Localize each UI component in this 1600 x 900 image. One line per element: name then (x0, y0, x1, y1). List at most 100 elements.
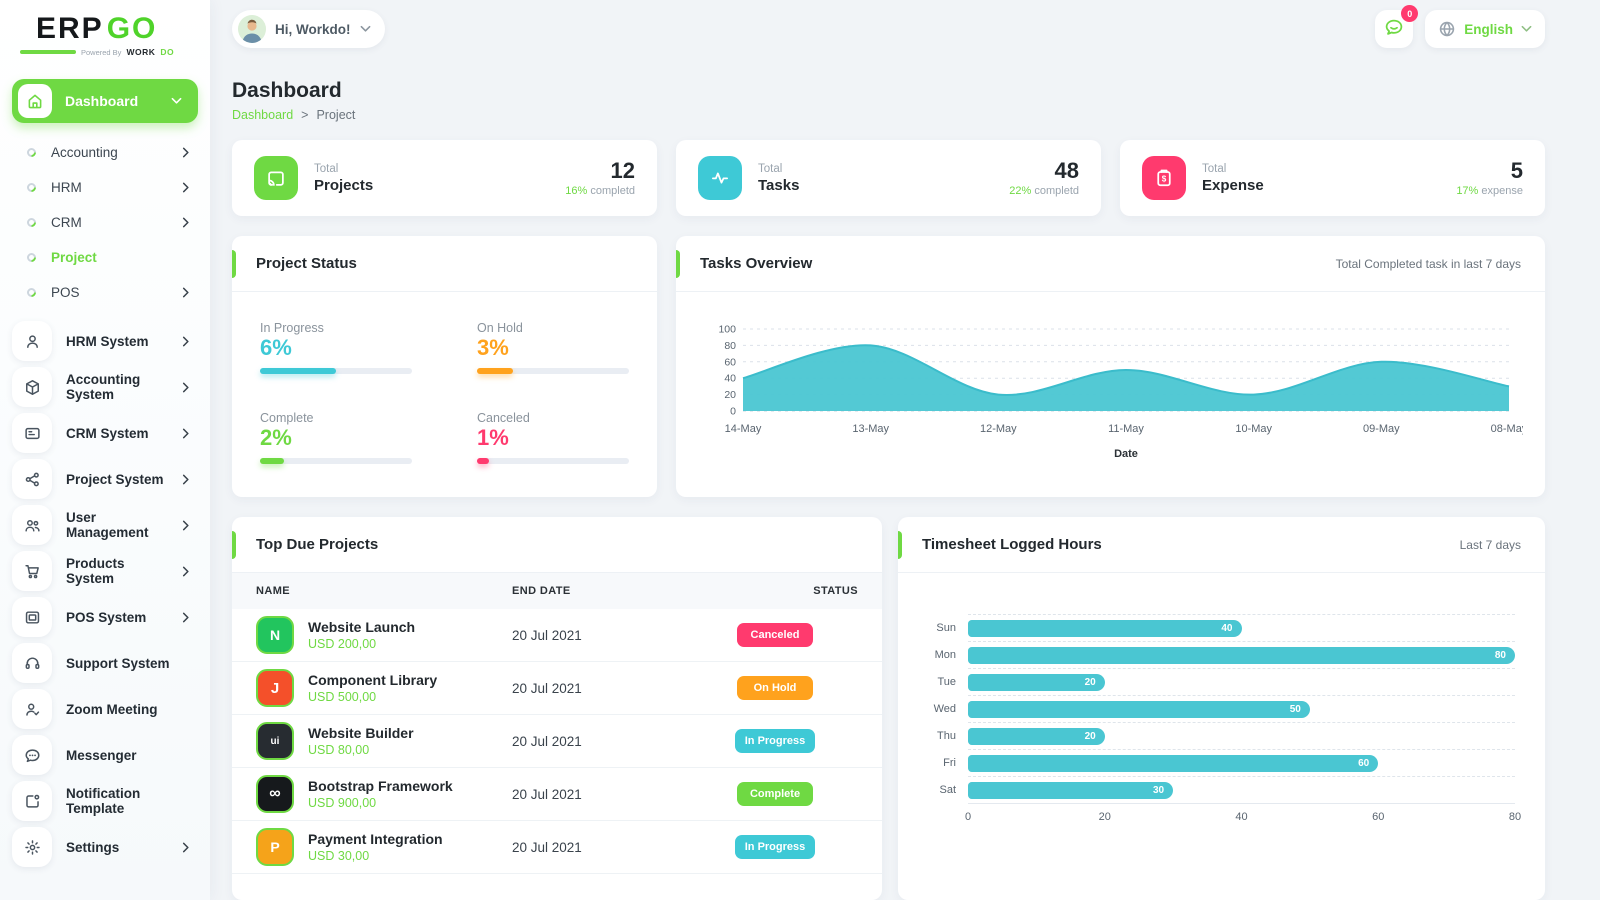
bar-track: 30 (968, 776, 1515, 803)
svg-text:12-May: 12-May (979, 423, 1016, 435)
table-row[interactable]: N Website Launch USD 200,00 20 Jul 2021 Canc… (232, 609, 882, 662)
headset-icon (12, 643, 52, 683)
sidebar-item-zoom-meeting[interactable]: Zoom Meeting (0, 686, 210, 732)
svg-text:20: 20 (724, 389, 736, 401)
status-percent: 1% (477, 425, 509, 450)
project-text: Bootstrap Framework USD 900,00 (308, 778, 453, 810)
status-percent: 3% (477, 335, 509, 360)
stat-card-tasks: Total Tasks 48 22% completd (676, 140, 1101, 216)
sidebar-item-pos-system[interactable]: POS System (0, 594, 210, 640)
progress-fill (477, 458, 490, 464)
card-title: Timesheet Logged Hours (922, 536, 1102, 553)
status-cell: On Hold (692, 676, 858, 700)
sidebar-item-messenger[interactable]: Messenger (0, 732, 210, 778)
status-cell: Complete (692, 782, 858, 806)
status-cell: Canceled (692, 623, 858, 647)
sidebar-subitem-hrm[interactable]: HRM (0, 170, 210, 205)
sidebar-subitem-pos[interactable]: POS (0, 275, 210, 310)
breadcrumb-current: Project (316, 108, 356, 122)
table-row[interactable]: P Payment Integration USD 30,00 20 Jul 2021… (232, 821, 882, 873)
breadcrumb: Dashboard > Project (232, 108, 355, 122)
sidebar-item-user-management[interactable]: User Management (0, 502, 210, 548)
sidebar-item-project-system[interactable]: Project System (0, 456, 210, 502)
stat-top-label: Total (314, 162, 339, 175)
chevron-right-icon (182, 842, 190, 853)
axis-tick-label: 20 (1098, 811, 1111, 823)
stat-values: 12 16% completd (565, 159, 635, 198)
column-end-date: END DATE (512, 585, 571, 597)
sidebar-subitem-project[interactable]: Project (0, 240, 210, 275)
project-name[interactable]: Bootstrap Framework (308, 778, 453, 794)
status-item-complete: Complete 2% (260, 411, 412, 464)
table-row[interactable]: J Component Library USD 500,00 20 Jul 2021 O… (232, 662, 882, 715)
bullet-icon (25, 146, 38, 159)
axis-tick-label: 60 (1372, 811, 1385, 823)
page-title: Dashboard (232, 79, 342, 102)
chevron-right-icon (182, 147, 190, 158)
sidebar-item-notification-template[interactable]: Notification Template (0, 778, 210, 824)
table-body: N Website Launch USD 200,00 20 Jul 2021 Canc… (232, 609, 882, 874)
project-name[interactable]: Component Library (308, 672, 437, 688)
top-header: Hi, Workdo! 0 English (232, 0, 1545, 58)
bar-row-sat: Sat 30 (922, 776, 1515, 803)
sidebar-subitem-label: CRM (51, 215, 82, 230)
stat-values: 48 22% completd (1009, 159, 1079, 198)
sidebar-item-hrm-system[interactable]: HRM System (0, 318, 210, 364)
stat-top-label: Total (1202, 162, 1227, 175)
table-row[interactable]: ∞ Bootstrap Framework USD 900,00 20 Jul 202… (232, 768, 882, 821)
messages-button[interactable]: 0 (1375, 5, 1419, 48)
bar-track: 80 (968, 641, 1515, 668)
svg-text:0: 0 (730, 406, 736, 418)
sidebar-item-products-system[interactable]: Products System (0, 548, 210, 594)
project-name[interactable]: Payment Integration (308, 831, 443, 847)
sidebar-item-crm-system[interactable]: CRM System (0, 410, 210, 456)
sidebar-item-accounting-system[interactable]: Accounting System (0, 364, 210, 410)
project-cell: ui Website Builder USD 80,00 (256, 722, 512, 760)
logo-tagline: Powered By WORK DO (20, 47, 210, 57)
breadcrumb-dashboard-link[interactable]: Dashboard (232, 108, 293, 122)
user-menu-button[interactable]: Hi, Workdo! (232, 10, 385, 48)
language-label: English (1464, 21, 1513, 37)
sidebar-item-dashboard[interactable]: Dashboard (12, 79, 198, 123)
sidebar-item-support-system[interactable]: Support System (0, 640, 210, 686)
progress-track (260, 458, 412, 464)
package-icon (12, 367, 52, 407)
window-icon (12, 597, 52, 637)
language-selector[interactable]: English (1425, 10, 1545, 48)
svg-text:10-May: 10-May (1235, 423, 1272, 435)
project-cell: P Payment Integration USD 30,00 (256, 828, 512, 866)
svg-text:80: 80 (724, 340, 736, 352)
chevron-right-icon (182, 428, 190, 439)
bar: 40 (968, 619, 1242, 637)
stat-label: Projects (314, 176, 374, 194)
project-status-grid: In Progress 6% On Hold 3% Complete 2% Canceled… (232, 292, 657, 493)
bar-row-fri: Fri 60 (922, 749, 1515, 776)
clipboard-dollar-icon: $ (1142, 156, 1186, 200)
stat-values: 5 17% expense (1456, 159, 1523, 198)
top-due-projects-card: Top Due Projects NAME END DATE STATUS NW… (232, 517, 882, 900)
svg-text:09-May: 09-May (1362, 423, 1399, 435)
table-row[interactable]: ui Website Builder USD 80,00 20 Jul 2021 In … (232, 715, 882, 768)
card-header: Project Status (232, 236, 657, 292)
stat-label: Tasks (758, 176, 800, 194)
status-label: Canceled (477, 411, 530, 425)
person-icon (12, 321, 52, 361)
svg-text:Date: Date (1114, 448, 1138, 460)
project-text: Component Library USD 500,00 (308, 672, 437, 704)
sidebar-menu: HRM System Accounting System CRM System Pro… (0, 316, 210, 872)
svg-text:13-May: 13-May (852, 423, 889, 435)
chevron-right-icon (182, 287, 190, 298)
project-logo-icon: ∞ (256, 775, 294, 813)
status-percent: 2% (260, 425, 292, 450)
sidebar-subitem-crm[interactable]: CRM (0, 205, 210, 240)
project-text: Payment Integration USD 30,00 (308, 831, 443, 863)
project-name[interactable]: Website Launch (308, 619, 415, 635)
sidebar-subitem-accounting[interactable]: Accounting (0, 135, 210, 170)
progress-fill (260, 458, 285, 464)
project-name[interactable]: Website Builder (308, 725, 414, 741)
sidebar-item-label: Project System (66, 471, 164, 487)
sidebar-item-settings[interactable]: Settings (0, 824, 210, 870)
breadcrumb-separator: > (301, 108, 309, 122)
app-logo[interactable]: ERP GO Powered By WORK DO (0, 0, 210, 57)
chevron-right-icon (182, 382, 190, 393)
